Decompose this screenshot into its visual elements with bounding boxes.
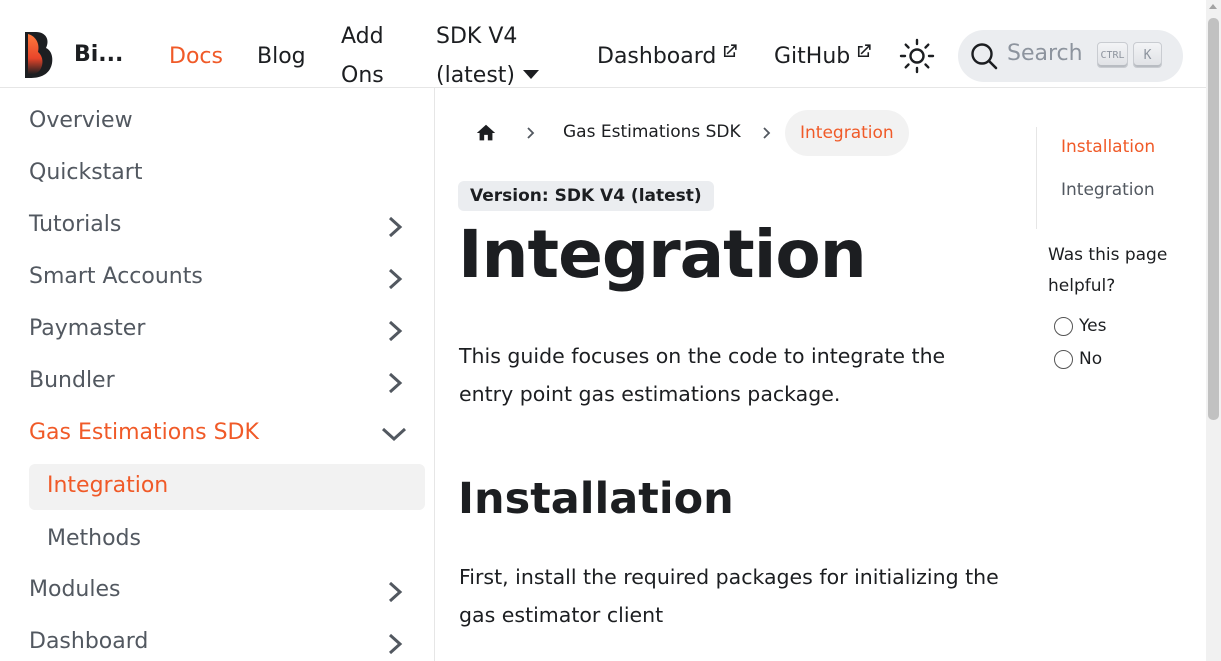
sidebar-item-tutorials[interactable]: Tutorials bbox=[29, 203, 425, 249]
feedback-question: Was this page helpful? bbox=[1048, 245, 1168, 296]
sidebar-item-gas-estimations-sdk[interactable]: Gas Estimations SDK bbox=[29, 411, 425, 457]
sidebar-item-dashboard[interactable]: Dashboard bbox=[29, 620, 425, 661]
nav-sdk-line2: (latest) bbox=[436, 63, 516, 88]
nav-dashboard[interactable]: Dashboard bbox=[597, 37, 739, 76]
sidebar-item-smart-accounts[interactable]: Smart Accounts bbox=[29, 255, 425, 301]
chevron-right-icon bbox=[527, 127, 535, 139]
external-link-icon bbox=[724, 44, 737, 58]
feedback-yes-radio[interactable] bbox=[1054, 316, 1073, 336]
sidebar-item-overview[interactable]: Overview bbox=[29, 99, 425, 145]
sidebar-item-label: Gas Estimations SDK bbox=[29, 420, 259, 445]
search-placeholder: Search bbox=[1007, 41, 1083, 66]
sidebar-item-label: Tutorials bbox=[29, 212, 122, 237]
sidebar-subitem-label: Methods bbox=[47, 526, 141, 551]
feedback-yes-label: Yes bbox=[1079, 316, 1107, 336]
breadcrumb-gas-estimations-sdk[interactable]: Gas Estimations SDK bbox=[563, 122, 741, 142]
scrollbar-thumb[interactable] bbox=[1208, 18, 1219, 420]
page-scrollbar[interactable] bbox=[1206, 0, 1221, 661]
nav-docs[interactable]: Docs bbox=[169, 37, 223, 76]
chevron-right-icon[interactable] bbox=[385, 267, 405, 291]
sidebar-item-label: Bundler bbox=[29, 368, 115, 393]
page-title: Integration bbox=[458, 216, 867, 293]
sidebar-item-label: Modules bbox=[29, 577, 121, 602]
sidebar-item-label: Overview bbox=[29, 108, 133, 133]
sun-icon[interactable] bbox=[899, 38, 935, 74]
navbar: Bi... Docs Blog Add Ons SDK V4 (latest) … bbox=[0, 0, 1206, 88]
chevron-right-icon[interactable] bbox=[385, 632, 405, 656]
feedback-no-option[interactable]: No bbox=[1054, 349, 1102, 369]
table-of-contents: Installation Integration bbox=[1036, 127, 1196, 229]
chevron-right-icon[interactable] bbox=[385, 319, 405, 343]
nav-github[interactable]: GitHub bbox=[774, 37, 873, 76]
external-link-icon bbox=[858, 44, 871, 58]
feedback-no-radio[interactable] bbox=[1054, 349, 1073, 369]
kbd-k: K bbox=[1133, 42, 1162, 68]
sidebar-subitem-methods[interactable]: Methods bbox=[29, 517, 425, 563]
toc-installation[interactable]: Installation bbox=[1061, 137, 1155, 157]
search-button[interactable]: Search CTRL K bbox=[958, 30, 1183, 82]
nav-github-label: GitHub bbox=[774, 44, 851, 69]
nav-addons[interactable]: Add Ons bbox=[341, 17, 384, 95]
chevron-right-icon[interactable] bbox=[385, 371, 405, 395]
nav-sdk-version-dropdown[interactable]: SDK V4 (latest) bbox=[436, 17, 540, 95]
sidebar-item-label: Quickstart bbox=[29, 160, 143, 185]
sidebar-subitem-integration[interactable]: Integration bbox=[29, 464, 425, 510]
sidebar-item-paymaster[interactable]: Paymaster bbox=[29, 307, 425, 353]
feedback-yes-option[interactable]: Yes bbox=[1054, 316, 1106, 336]
sidebar-item-label: Paymaster bbox=[29, 316, 146, 341]
intro-paragraph: This guide focuses on the code to integr… bbox=[459, 344, 946, 406]
sidebar-item-bundler[interactable]: Bundler bbox=[29, 359, 425, 405]
home-icon[interactable] bbox=[475, 122, 497, 144]
version-badge: Version: SDK V4 (latest) bbox=[458, 181, 714, 211]
brand-name[interactable]: Bi... bbox=[74, 42, 123, 67]
feedback-no-label: No bbox=[1079, 349, 1103, 369]
caret-down-icon bbox=[523, 70, 540, 79]
kbd-ctrl: CTRL bbox=[1097, 42, 1128, 68]
chevron-right-icon[interactable] bbox=[385, 215, 405, 239]
nav-blog[interactable]: Blog bbox=[257, 37, 306, 76]
chevron-right-icon[interactable] bbox=[385, 580, 405, 604]
nav-addons-line1: Add bbox=[341, 24, 384, 49]
sidebar-subitem-label: Integration bbox=[47, 473, 169, 498]
sidebar-item-label: Dashboard bbox=[29, 629, 149, 654]
chevron-right-icon bbox=[763, 127, 771, 139]
heading-installation: Installation bbox=[458, 474, 734, 524]
sidebar: Overview Quickstart Tutorials Smart Acco… bbox=[0, 88, 435, 661]
sidebar-item-quickstart[interactable]: Quickstart bbox=[29, 151, 425, 197]
nav-sdk-line1: SDK V4 bbox=[436, 24, 518, 49]
breadcrumb-current: Integration bbox=[785, 110, 909, 156]
chevron-down-icon[interactable] bbox=[381, 423, 407, 447]
sidebar-item-modules[interactable]: Modules bbox=[29, 568, 425, 614]
scroll-up-arrow-icon[interactable] bbox=[1209, 4, 1217, 9]
biconomy-logo[interactable] bbox=[22, 32, 54, 78]
nav-dashboard-label: Dashboard bbox=[597, 44, 717, 69]
install-paragraph: First, install the required packages for… bbox=[459, 565, 999, 627]
search-icon bbox=[971, 43, 998, 70]
toc-integration[interactable]: Integration bbox=[1061, 180, 1155, 200]
sidebar-item-label: Smart Accounts bbox=[29, 264, 203, 289]
